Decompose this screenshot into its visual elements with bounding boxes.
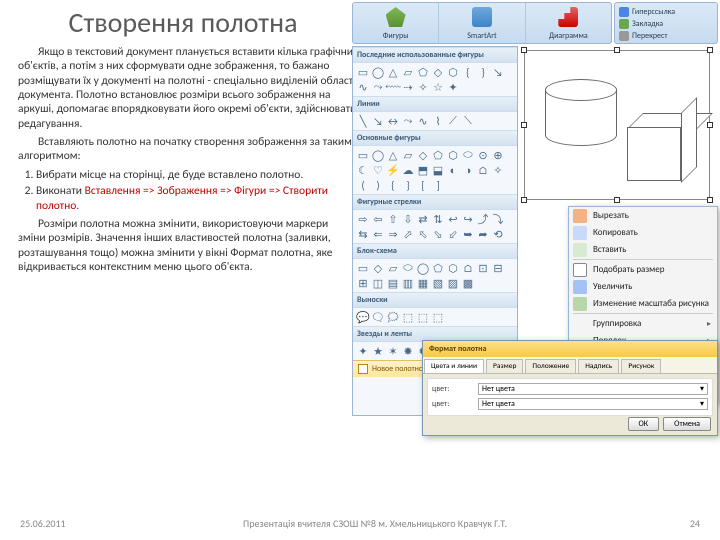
- ctx-copy[interactable]: Копировать: [569, 224, 717, 241]
- ribbon-insert-group: Фигуры SmartArt Диаграмма: [352, 2, 612, 44]
- ribbon-links-group: Гиперссылка Закладка Перекрест: [614, 2, 718, 44]
- scissors-icon: [573, 209, 587, 223]
- chart-icon: [558, 7, 578, 27]
- para-1: Якщо в текстовий документ планується вст…: [18, 45, 358, 131]
- copy-icon: [573, 226, 587, 240]
- body-text: Якщо в текстовий документ планується вст…: [18, 45, 358, 275]
- cylinder-shape[interactable]: [545, 79, 617, 157]
- chevron-right-icon: ▸: [707, 319, 711, 329]
- para-3: Розміри полотна можна змінити, використо…: [18, 217, 358, 275]
- ribbon-crossref[interactable]: Перекрест: [619, 31, 713, 41]
- step-2: Виконати Вставлення => Зображення => Фіг…: [36, 184, 358, 213]
- shapes-heading-flow: Блок-схема: [353, 243, 517, 259]
- dlg-cancel-button[interactable]: Отмена: [663, 417, 711, 431]
- paste-icon: [573, 243, 587, 257]
- dlg-tab-size[interactable]: Размер: [486, 359, 523, 373]
- footer-author: Презентація вчителя СЗОШ №8 м. Хмельниць…: [80, 517, 670, 530]
- scale-icon: [573, 297, 587, 311]
- dlg-line-label: цвет:: [432, 399, 472, 409]
- smartart-icon: [472, 7, 492, 27]
- shapes-heading-basic: Основные фигуры: [353, 130, 517, 146]
- chevron-down-icon: ▾: [700, 384, 704, 394]
- ribbon-bookmark[interactable]: Закладка: [619, 19, 713, 29]
- dlg-tab-colors[interactable]: Цвета и линии: [424, 359, 484, 373]
- ctx-group[interactable]: Группировка▸: [569, 315, 717, 332]
- chevron-down-icon: ▾: [700, 399, 704, 409]
- ctx-scale[interactable]: Изменение масштаба рисунка: [569, 295, 717, 312]
- shapes-heading-recent: Последние использованные фигуры: [353, 47, 517, 63]
- ctx-zoom[interactable]: Увеличить: [569, 278, 717, 295]
- shapes-heading-lines: Линии: [353, 96, 517, 112]
- step-1: Вибрати місце на сторінці, де буде встав…: [36, 168, 358, 182]
- ctx-paste[interactable]: Вставить: [569, 241, 717, 258]
- ribbon-hyperlink[interactable]: Гиперссылка: [619, 7, 713, 17]
- dlg-tab-wrap[interactable]: Надпись: [578, 359, 619, 373]
- shapes-grid-arrows[interactable]: ⇨⇦⇧⇩⇄⇅↩↪⤴⤵ ⇆⇐⇒⬀⬁⬂⬃➥➦⟲: [353, 210, 517, 243]
- screenshot-composite: Фигуры SmartArt Диаграмма Гиперссылка За…: [352, 0, 720, 440]
- shapes-grid-callouts[interactable]: 💬🗨🗯⬚⬚⬚: [353, 308, 517, 326]
- ribbon-shapes-button[interactable]: Фигуры: [353, 3, 439, 43]
- para-2: Вставляють полотно на початку створення …: [18, 135, 358, 164]
- canvas-icon: [358, 364, 368, 374]
- ctx-fit[interactable]: Подобрать размер: [569, 261, 717, 278]
- dlg-tab-pic[interactable]: Рисунок: [621, 359, 661, 373]
- bookmark-icon: [619, 19, 629, 29]
- dlg-fill-select[interactable]: Нет цвета▾: [478, 383, 708, 395]
- dlg-line-select[interactable]: Нет цвета▾: [478, 398, 708, 410]
- shapes-heading-callouts: Выноски: [353, 292, 517, 308]
- footer-page-number: 24: [670, 517, 700, 530]
- shapes-icon: [386, 7, 406, 27]
- footer-date: 25.06.2011: [20, 517, 80, 530]
- ribbon-chart-button[interactable]: Диаграмма: [526, 3, 611, 43]
- dlg-fill-label: цвет:: [432, 384, 472, 394]
- ribbon-smartart-button[interactable]: SmartArt: [439, 3, 525, 43]
- slide-footer: 25.06.2011 Презентація вчителя СЗОШ №8 м…: [0, 517, 720, 530]
- zoom-icon: [573, 280, 587, 294]
- fit-icon: [573, 263, 587, 277]
- ctx-cut[interactable]: Вырезать: [569, 207, 717, 224]
- dialog-title: Формат полотна: [423, 341, 717, 357]
- dlg-tab-pos[interactable]: Положение: [525, 359, 576, 373]
- globe-icon: [619, 7, 629, 17]
- shapes-grid-flow[interactable]: ▭◇▱⬭◯⬠⬡⌂⊡⊟ ⊞◫▤▥▦▧▨▩: [353, 259, 517, 292]
- crossref-icon: [619, 31, 629, 41]
- drawing-canvas[interactable]: [524, 50, 710, 200]
- format-canvas-dialog: Формат полотна Цвета и линии Размер Поло…: [422, 340, 718, 436]
- shapes-heading-arrows: Фигурные стрелки: [353, 194, 517, 210]
- shapes-grid-lines[interactable]: ╲↘↔⤳∿⌇⟋⟍: [353, 112, 517, 130]
- shapes-grid-recent[interactable]: ▭◯△▱⬠◇⬡{}↘ ∿⤳⬳⇢✧☆✦: [353, 63, 517, 96]
- shapes-grid-basic[interactable]: ▭◯△▱◇⬠⬡⬭⊙⊕ ☾♡⚡☁⬒⬓◐◑⌂✧ (){}[]: [353, 146, 517, 194]
- cube-shape[interactable]: [627, 113, 697, 183]
- slide-title: Створення полотна: [18, 8, 348, 39]
- dlg-ok-button[interactable]: ОК: [628, 417, 660, 431]
